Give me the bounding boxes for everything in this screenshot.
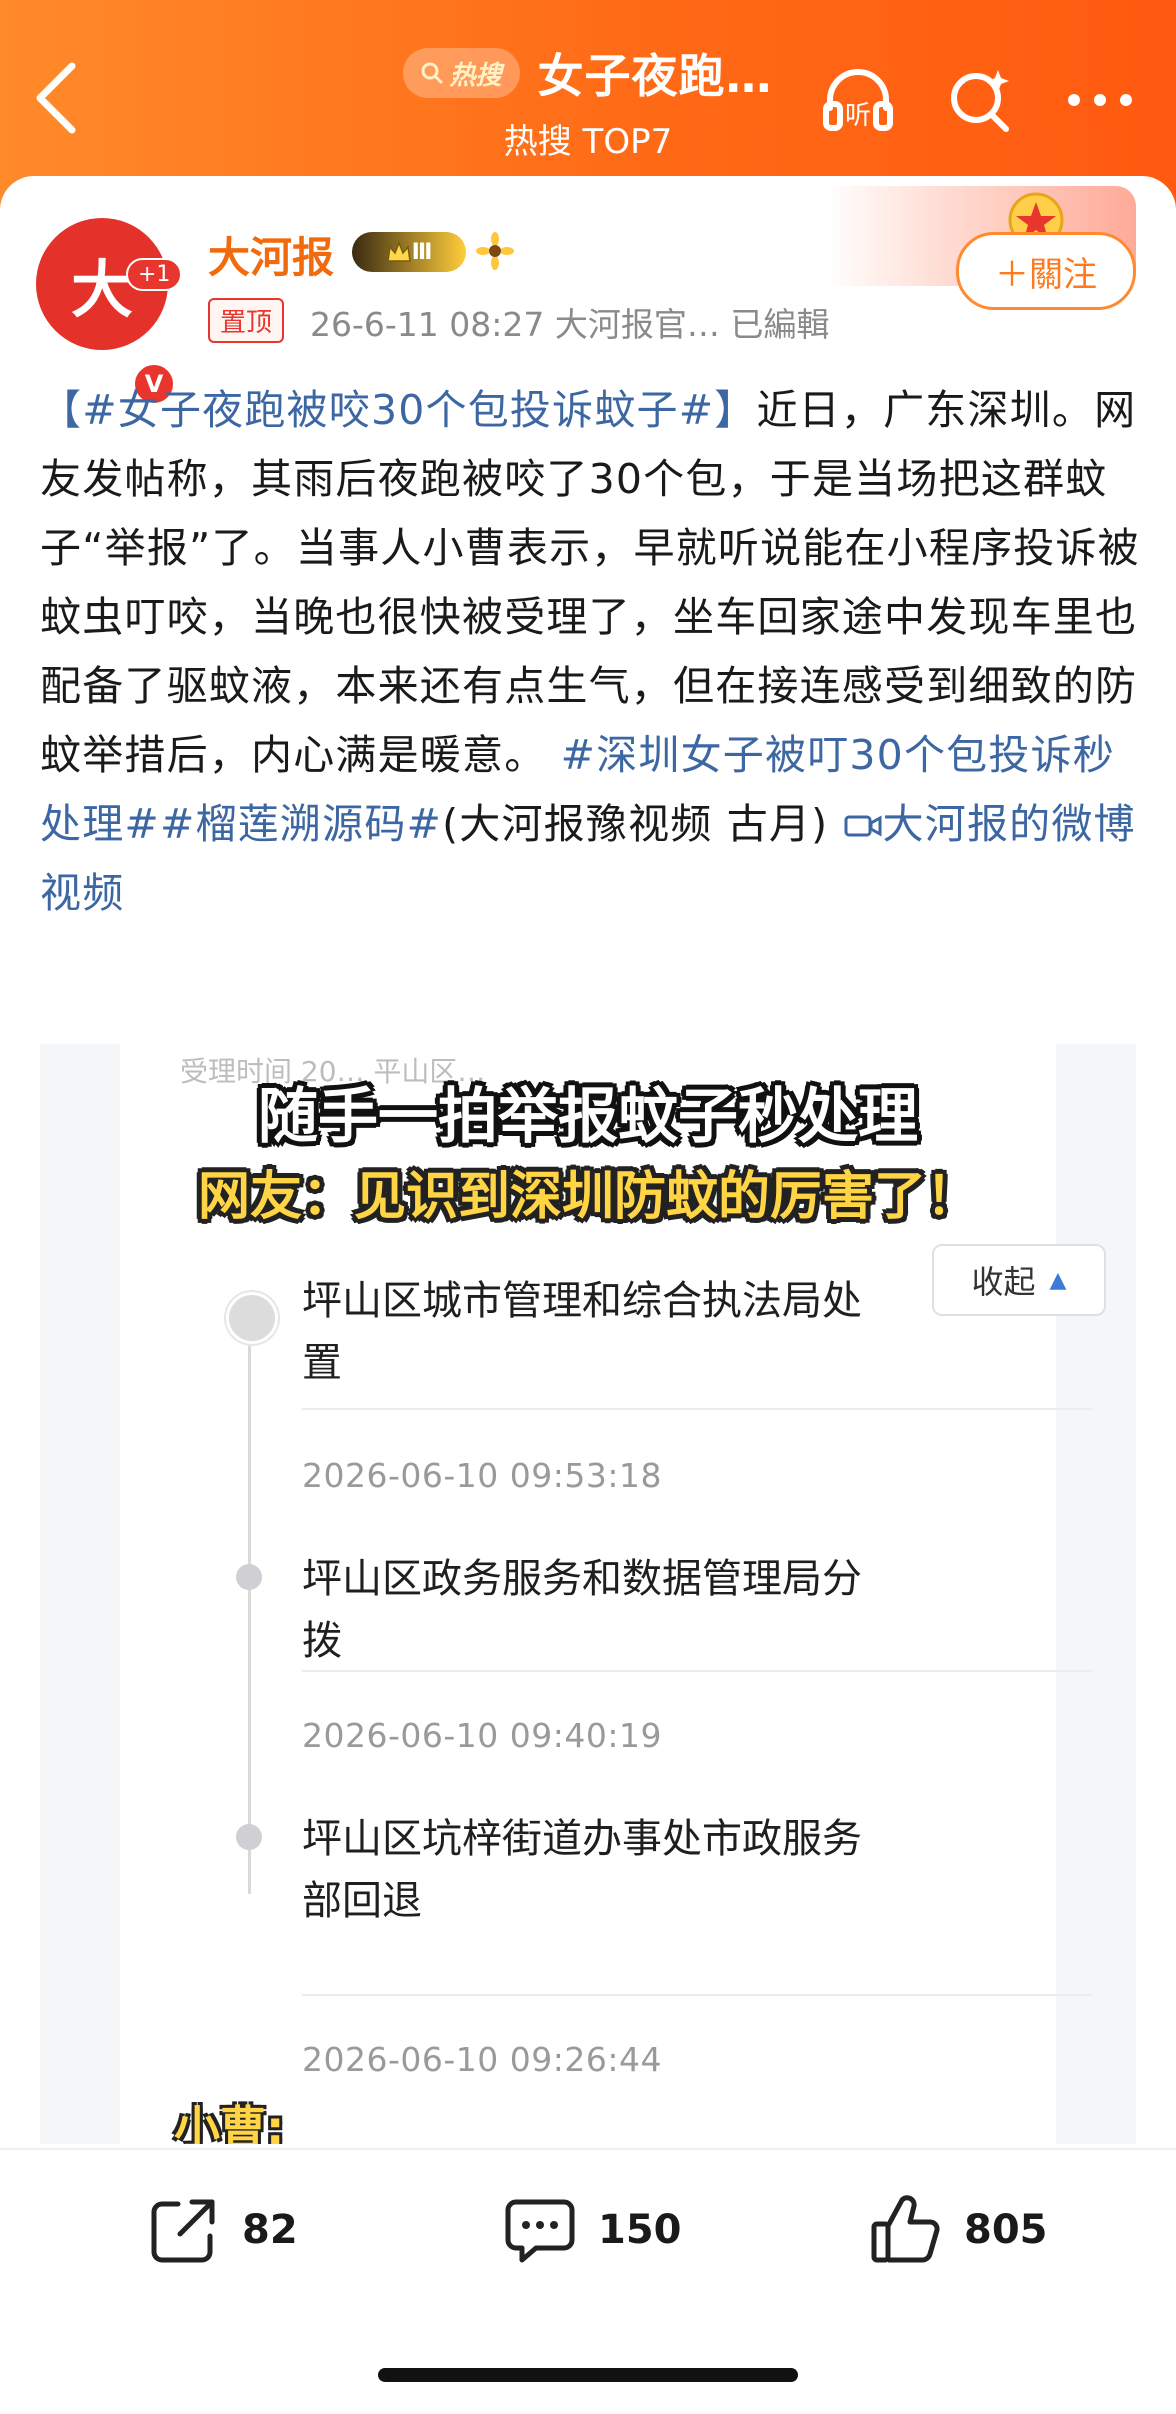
- video-caption-sub: 网友：见识到深圳防蚊的厉害了！: [197, 1167, 978, 1227]
- comment-button[interactable]: 150: [500, 2190, 682, 2270]
- page-title: 女子夜跑…: [537, 49, 773, 103]
- post-card: 大 +1 V 大河报 Ⅲ 置顶 26-6-11 08:27 大河报官… 已編輯 …: [0, 176, 1176, 2414]
- thumbs-up-icon: [871, 2195, 940, 2263]
- home-indicator[interactable]: [378, 2368, 798, 2382]
- video-player[interactable]: 受理时间 20… 平山区… 坪山区城市管理和综合执法局处置 收起 ▲ 2026-…: [40, 1044, 1136, 2144]
- timeline-line: [248, 1334, 251, 1894]
- timeline-dot: [236, 1824, 262, 1850]
- post-meta: 26-6-11 08:27 大河报官… 已編輯: [310, 305, 830, 344]
- post-content: 近日，广东深圳。网友发帖称，其雨后夜跑被咬了30个包，于是当场把这群蚊子“举报”…: [40, 386, 1140, 779]
- caret-up-icon: ▲: [1049, 1267, 1067, 1293]
- timeline-date: 2026-06-10 09:53:18: [302, 1456, 662, 1495]
- level-label: Ⅲ: [411, 239, 433, 265]
- listen-button[interactable]: 听: [818, 60, 898, 140]
- collapse-button[interactable]: 收起 ▲: [932, 1244, 1106, 1316]
- timeline-date: 2026-06-10 09:40:19: [302, 1716, 662, 1755]
- like-count: 805: [964, 2207, 1048, 2253]
- hot-badge-label: 热搜: [449, 60, 502, 91]
- search-button[interactable]: [940, 60, 1020, 140]
- video-caption-main: 随手一拍举报蚊子秒处理: [258, 1082, 918, 1152]
- crown-icon: [386, 241, 411, 262]
- hot-search-badge: 热搜: [403, 48, 520, 98]
- timeline-separator: [302, 1994, 1092, 1996]
- author-name[interactable]: 大河报: [208, 224, 334, 285]
- search-small-icon: [421, 62, 443, 84]
- sunflower-icon: [476, 232, 514, 270]
- like-button[interactable]: 805: [866, 2190, 1048, 2270]
- collapse-label: 收起: [971, 1263, 1036, 1301]
- headphones-icon: 听: [823, 69, 893, 131]
- share-count: 82: [242, 2207, 298, 2253]
- action-bar: 82 150 805: [0, 2148, 1176, 2306]
- comment-count: 150: [598, 2207, 682, 2253]
- share-button[interactable]: 82: [144, 2190, 298, 2270]
- timeline-dot: [236, 1564, 262, 1590]
- search-icon: [951, 70, 1009, 132]
- hashtag-link[interactable]: #榴莲溯源码#: [160, 800, 442, 848]
- comment-icon: [505, 2199, 575, 2263]
- more-dots-icon: [1068, 94, 1132, 106]
- timeline-dot-active: [226, 1292, 278, 1344]
- timeline-title: 坪山区城市管理和综合执法局处置: [302, 1278, 862, 1386]
- video-speaker-caption: 小曹:: [174, 2101, 285, 2144]
- timeline-title: 坪山区政务服务和数据管理局分拨: [302, 1556, 862, 1664]
- video-camera-icon: [844, 815, 882, 837]
- post-body: 【#女子夜跑被咬30个包投诉蚊子#】近日，广东深圳。网友发帖称，其雨后夜跑被咬了…: [40, 376, 1140, 928]
- timeline-separator: [302, 1408, 1092, 1410]
- hashtag-link[interactable]: 【#女子夜跑被咬30个包投诉蚊子#】: [40, 386, 756, 434]
- follow-button[interactable]: ＋關注: [956, 232, 1136, 310]
- author-avatar[interactable]: 大 +1 V: [36, 218, 183, 406]
- listen-label: 听: [845, 101, 871, 131]
- timeline-title: 坪山区坑梓街道办事处市政服务部回退: [302, 1816, 862, 1924]
- more-button[interactable]: [1060, 60, 1140, 140]
- timeline-separator: [302, 1670, 1092, 1672]
- avatar-notification-badge: +1: [126, 258, 183, 291]
- crown-level-badge: Ⅲ: [352, 232, 466, 272]
- pinned-tag: 置顶: [208, 298, 285, 343]
- post-source: (大河报豫视频 古月): [442, 800, 829, 848]
- share-icon: [151, 2199, 215, 2263]
- timeline-date: 2026-06-10 09:26:44: [302, 2040, 662, 2079]
